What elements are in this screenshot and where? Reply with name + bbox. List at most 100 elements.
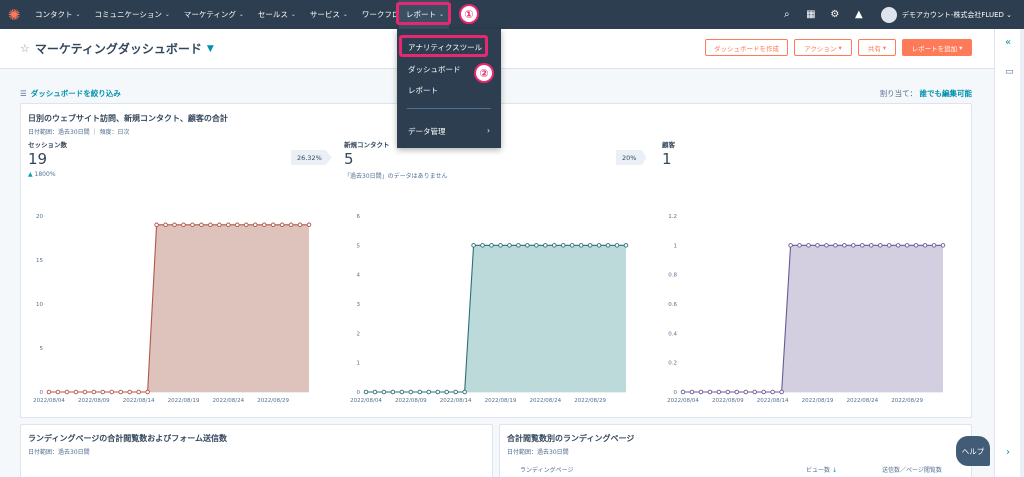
- nav-item-service[interactable]: サービス ⌄: [303, 0, 355, 29]
- y-tick-label: 6: [357, 214, 361, 220]
- nav-label: サービス: [309, 10, 340, 19]
- data-point: [806, 243, 811, 248]
- chevron-right-icon: ›: [487, 126, 490, 135]
- data-point: [797, 243, 802, 248]
- share-button[interactable]: 共有 ▾: [858, 39, 896, 56]
- y-tick-label: 1: [674, 243, 678, 249]
- data-point: [698, 389, 704, 395]
- data-point: [904, 243, 910, 248]
- gear-icon[interactable]: ⚙: [823, 9, 847, 20]
- data-point: [851, 243, 856, 248]
- chevron-down-icon[interactable]: ▼: [207, 44, 214, 54]
- data-point: [824, 243, 829, 248]
- data-point: [498, 243, 503, 248]
- chevron-right-icon[interactable]: ›: [1006, 447, 1010, 458]
- data-point: [707, 389, 713, 395]
- data-point: [381, 389, 387, 395]
- data-point: [877, 243, 883, 248]
- chart-customers: 0 0.2 0.4 0.6 0.8 1 1.2 2022/08/04 2022/08/09 202…: [667, 214, 946, 404]
- data-point: [922, 243, 928, 248]
- data-point: [940, 243, 946, 248]
- chevron-down-icon: ⌄: [75, 11, 81, 18]
- metric-change-text: 「過去30日間」のデータはありません: [344, 173, 448, 180]
- x-tick-label: 2022/08/04: [350, 398, 382, 404]
- data-point: [73, 389, 79, 395]
- y-tick-label: 1.2: [668, 214, 677, 220]
- data-point: [489, 243, 494, 248]
- data-point: [752, 389, 757, 395]
- chevron-down-icon: ⌄: [238, 11, 244, 18]
- x-tick-label: 2022/08/19: [485, 398, 517, 404]
- data-point: [226, 222, 231, 228]
- scrollbar[interactable]: [1020, 29, 1024, 477]
- y-tick-label: 5: [357, 243, 361, 249]
- dashboard-title: マーケティングダッシュボード: [34, 42, 202, 56]
- table-header-views[interactable]: ビュー数 ↓: [806, 465, 837, 474]
- data-point: [235, 222, 240, 228]
- data-point: [372, 389, 378, 395]
- nav-item-conversations[interactable]: コミュニケーション ⌄: [88, 0, 177, 29]
- search-icon[interactable]: ⌕: [775, 9, 799, 20]
- filter-dashboard-button[interactable]: ☰ ダッシュボードを絞り込み: [20, 88, 121, 99]
- data-point: [55, 389, 61, 395]
- data-point: [614, 243, 620, 248]
- metric-change: ▲ 1800%: [28, 171, 56, 178]
- data-point: [399, 389, 405, 395]
- y-tick-label: 2: [357, 331, 361, 337]
- nav-item-sales[interactable]: セールス ⌄: [251, 0, 303, 29]
- account-menu[interactable]: デモアカウント-株式会社FLUED ⌄: [902, 10, 1012, 20]
- data-point: [716, 389, 722, 395]
- data-point: [118, 389, 123, 395]
- page-title[interactable]: ☆ マーケティングダッシュボード ▼: [20, 40, 214, 57]
- metric-change-text: 1800%: [34, 171, 56, 178]
- avatar[interactable]: [880, 6, 897, 23]
- data-point: [136, 389, 141, 395]
- metric-delta: 26.32%: [291, 150, 332, 165]
- filter-label: ダッシュボードを絞り込み: [30, 89, 121, 98]
- create-dashboard-button[interactable]: ダッシュボードを作成: [705, 39, 788, 56]
- add-report-button[interactable]: レポートを追加 ▾: [902, 39, 972, 56]
- y-tick-label: 0.6: [668, 302, 677, 308]
- metric-value: 19: [28, 150, 48, 168]
- data-point: [444, 389, 449, 395]
- assign-value-link[interactable]: 誰でも編集可能: [920, 89, 973, 98]
- marketplace-icon[interactable]: ▦: [799, 9, 823, 20]
- chevron-down-icon: ⌄: [164, 11, 170, 18]
- card-subtitle: 日付範囲：過去30日間: [507, 449, 569, 456]
- chat-icon[interactable]: ▭: [1005, 67, 1014, 77]
- data-point: [471, 243, 476, 248]
- x-tick-label: 2022/08/14: [123, 398, 155, 404]
- dropdown-item-data-management[interactable]: データ管理 ›: [408, 126, 490, 137]
- assign-label: 割り当て：: [879, 89, 918, 98]
- data-point: [770, 389, 775, 395]
- data-point: [462, 389, 467, 395]
- collapse-icon[interactable]: «: [1005, 37, 1011, 48]
- table-header-submissions[interactable]: 送信数／ページ閲覧数: [882, 465, 942, 474]
- data-point: [390, 389, 396, 395]
- nav-label: マーケティング: [183, 10, 236, 19]
- data-point: [689, 389, 695, 395]
- sort-desc-icon: ↓: [831, 467, 837, 474]
- data-point: [82, 389, 88, 395]
- bell-icon[interactable]: ▲: [847, 9, 871, 20]
- data-point: [833, 243, 838, 248]
- dropdown-item-reports[interactable]: レポート: [408, 85, 438, 96]
- nav-item-marketing[interactable]: マーケティング ⌄: [177, 0, 251, 29]
- nav-label: セールス: [257, 10, 288, 19]
- star-icon[interactable]: ☆: [20, 42, 30, 55]
- hubspot-logo-icon[interactable]: ✺: [0, 0, 28, 29]
- data-point: [453, 389, 458, 395]
- card-title: 合計閲覧数別のランディングページ: [507, 434, 635, 443]
- data-point: [725, 389, 731, 395]
- landing-page-views-card: ランディングページの合計閲覧数およびフォーム送信数 日付範囲：過去30日間: [20, 424, 493, 477]
- metric-label: 顧客: [662, 141, 675, 149]
- dropdown-item-dashboards[interactable]: ダッシュボード: [408, 64, 461, 75]
- table-header-landing-page[interactable]: ランディングページ: [520, 465, 573, 474]
- card-subtitle: 日付範囲：過去30日間 ｜ 頻度：日次: [28, 129, 130, 136]
- data-point: [163, 222, 168, 228]
- nav-item-contacts[interactable]: コンタクト ⌄: [28, 0, 88, 29]
- actions-button[interactable]: アクション ▾: [794, 39, 852, 56]
- data-point: [623, 243, 629, 248]
- help-button[interactable]: ヘルプ: [956, 436, 990, 466]
- data-point: [779, 389, 784, 395]
